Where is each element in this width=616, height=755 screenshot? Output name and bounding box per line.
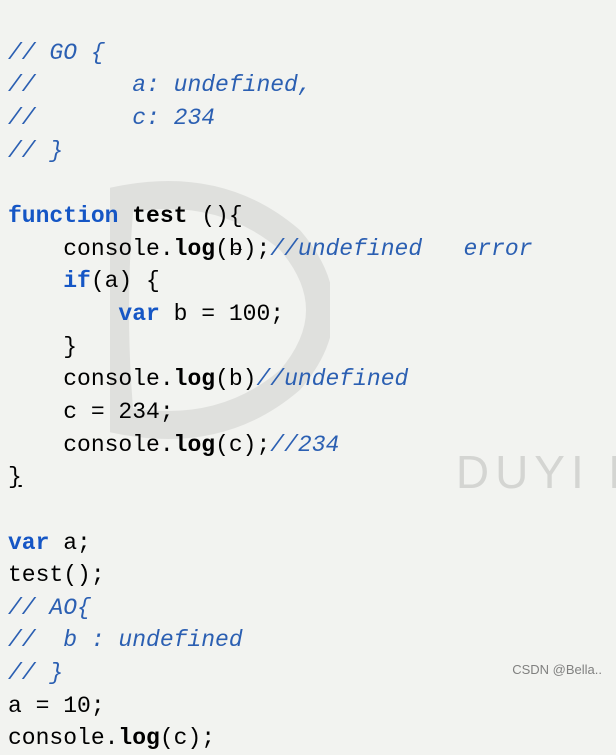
comment-line: // } — [8, 138, 63, 164]
comment-line: // AO{ — [8, 595, 91, 621]
code-line: console.log(b)//undefined — [8, 366, 408, 392]
code-line: console.log(b_);//undefined error — [8, 236, 533, 262]
code-line: c = 234; — [8, 399, 174, 425]
code-line: console.log(c); — [8, 725, 215, 751]
comment-line: // } — [8, 660, 63, 686]
code-line: if(a) { — [8, 268, 160, 294]
comment-line: // GO { — [8, 40, 105, 66]
comment-line: // a: undefined, — [8, 72, 312, 98]
code-line: a = 10; — [8, 693, 105, 719]
code-line: var a; — [8, 530, 91, 556]
code-block: // GO { // a: undefined, // c: 234 // } … — [8, 4, 616, 755]
comment-line: // b : undefined — [8, 627, 243, 653]
code-line: function test (){ — [8, 203, 243, 229]
code-line: } — [8, 464, 22, 490]
code-line: var b = 100; — [8, 301, 284, 327]
code-line: } — [8, 334, 77, 360]
code-line: test(); — [8, 562, 105, 588]
comment-line: // c: 234 — [8, 105, 215, 131]
csdn-watermark: CSDN @Bella.. — [512, 661, 602, 679]
code-line: console.log(c);//234 — [8, 432, 339, 458]
